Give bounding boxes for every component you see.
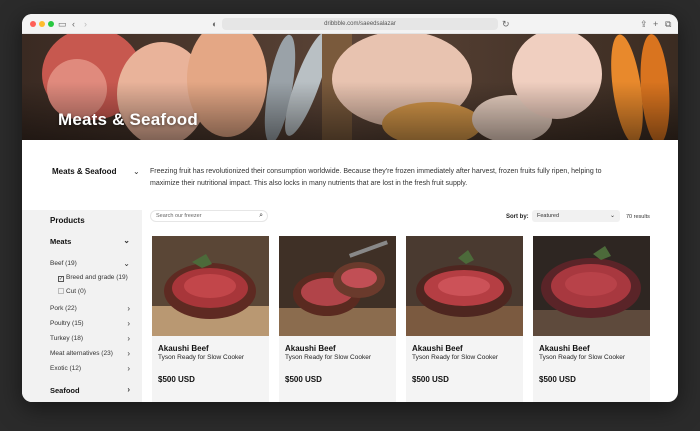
product-name[interactable]: Akaushi Beef — [412, 344, 463, 353]
checkbox-unchecked[interactable] — [58, 288, 64, 294]
sidebar-item-pork[interactable]: Pork (22) › — [50, 305, 130, 313]
product-subtitle: Tyson Ready for Slow Cooker — [158, 354, 244, 361]
sidebar-group-seafood[interactable]: Seafood › — [50, 386, 130, 396]
chevron-right-icon[interactable]: › — [127, 386, 130, 394]
chevron-right-icon[interactable]: › — [127, 350, 130, 358]
product-name[interactable]: Akaushi Beef — [539, 344, 590, 353]
sidebar-item-poultry[interactable]: Poultry (15) › — [50, 320, 130, 328]
sort-select[interactable]: Featured ⌄ — [532, 210, 620, 222]
product-subtitle: Tyson Ready for Slow Cooker — [412, 354, 498, 361]
sort-label: Sort by: — [506, 214, 529, 220]
back-icon[interactable]: ‹ — [72, 18, 75, 30]
close-window-button[interactable] — [30, 21, 36, 27]
shield-icon: ◐ — [212, 19, 218, 29]
tabs-overview-icon[interactable]: ⧉ — [665, 18, 671, 30]
sort-selected-value: Featured — [537, 213, 560, 219]
maximize-window-button[interactable] — [48, 21, 54, 27]
steak-image — [279, 236, 396, 336]
sidebar-title: Products — [50, 216, 85, 225]
product-image[interactable] — [152, 236, 269, 336]
product-price: $500 USD — [158, 375, 195, 384]
sidebar-item-exotic[interactable]: Exotic (12) › — [50, 365, 130, 373]
search-placeholder: Search our freezer — [156, 213, 202, 219]
sidebar-item-label: Beef (19) — [50, 260, 77, 267]
sidebar-item-beef[interactable]: Beef (19) ⌄ — [50, 260, 130, 268]
category-selector-label[interactable]: Meats & Seafood — [52, 167, 116, 176]
browser-window: ▭ ‹ › ◐ dribbble.com/saeedsalazar ↻ ⇪ + … — [22, 14, 678, 402]
category-intro: Meats & Seafood ⌄ Freezing fruit has rev… — [22, 140, 678, 210]
filter-breed-and-grade[interactable]: ✓ Breed and grade (19) — [58, 274, 138, 282]
chevron-down-icon: ⌄ — [609, 213, 615, 219]
reload-icon[interactable]: ↻ — [502, 18, 510, 30]
search-input[interactable]: Search our freezer ⌕ — [150, 210, 268, 222]
category-description: Freezing fruit has revolutionized their … — [150, 168, 602, 187]
product-name[interactable]: Akaushi Beef — [285, 344, 336, 353]
search-icon[interactable]: ⌕ — [259, 212, 263, 220]
checkbox-checked[interactable]: ✓ — [58, 276, 64, 282]
sidebar-toggle-icon[interactable]: ▭ — [58, 18, 67, 30]
product-card[interactable]: Akaushi Beef Tyson Ready for Slow Cooker… — [279, 236, 396, 402]
page-title: Meats & Seafood — [58, 110, 198, 129]
chevron-right-icon[interactable]: › — [127, 335, 130, 343]
filter-label: Breed and grade (19) — [66, 274, 128, 281]
sidebar-item-meat-alternatives[interactable]: Meat alternatives (23) › — [50, 350, 130, 358]
sidebar-item-label: Meat alternatives (23) — [50, 350, 113, 357]
product-card[interactable]: Akaushi Beef Tyson Ready for Slow Cooker… — [152, 236, 269, 402]
address-bar[interactable]: dribbble.com/saeedsalazar — [222, 18, 498, 30]
chevron-right-icon[interactable]: › — [127, 320, 130, 328]
product-image[interactable] — [279, 236, 396, 336]
sidebar-item-label: Poultry (15) — [50, 320, 84, 327]
chevron-right-icon[interactable]: › — [127, 305, 130, 313]
forward-icon[interactable]: › — [84, 18, 87, 30]
sidebar-item-label: Turkey (18) — [50, 335, 83, 342]
sidebar-group-label: Meats — [50, 237, 72, 246]
product-price: $500 USD — [539, 375, 576, 384]
steak-image — [406, 236, 523, 336]
minimize-window-button[interactable] — [39, 21, 45, 27]
chevron-down-icon[interactable]: ⌄ — [123, 237, 130, 245]
product-card[interactable]: Akaushi Beef Tyson Ready for Slow Cooker… — [406, 236, 523, 402]
product-image[interactable] — [406, 236, 523, 336]
sidebar-item-label: Exotic (12) — [50, 365, 82, 372]
product-subtitle: Tyson Ready for Slow Cooker — [539, 354, 625, 361]
sidebar-group-meats[interactable]: Meats ⌄ — [50, 237, 130, 247]
chevron-down-icon[interactable]: ⌄ — [123, 260, 130, 268]
new-tab-icon[interactable]: + — [653, 18, 658, 30]
product-price: $500 USD — [285, 375, 322, 384]
product-subtitle: Tyson Ready for Slow Cooker — [285, 354, 371, 361]
filter-cut[interactable]: Cut (0) — [58, 288, 138, 295]
sidebar-item-label: Pork (22) — [50, 305, 77, 312]
sidebar-item-turkey[interactable]: Turkey (18) › — [50, 335, 130, 343]
product-filter-sidebar: Products Meats ⌄ Beef (19) ⌄ ✓ Breed and … — [22, 210, 142, 402]
sidebar-group-label: Seafood — [50, 386, 80, 395]
filter-label: Cut (0) — [66, 288, 86, 295]
chevron-down-icon[interactable]: ⌄ — [133, 167, 140, 176]
product-image[interactable] — [533, 236, 650, 336]
product-name[interactable]: Akaushi Beef — [158, 344, 209, 353]
browser-toolbar: ▭ ‹ › ◐ dribbble.com/saeedsalazar ↻ ⇪ + … — [22, 14, 678, 34]
steak-image — [533, 236, 650, 336]
share-icon[interactable]: ⇪ — [640, 18, 648, 30]
hero-banner: Meats & Seafood — [22, 34, 678, 140]
steak-image — [152, 236, 269, 336]
results-count: 70 results — [626, 214, 650, 220]
chevron-right-icon[interactable]: › — [127, 365, 130, 373]
product-card[interactable]: Akaushi Beef Tyson Ready for Slow Cooker… — [533, 236, 650, 402]
product-price: $500 USD — [412, 375, 449, 384]
